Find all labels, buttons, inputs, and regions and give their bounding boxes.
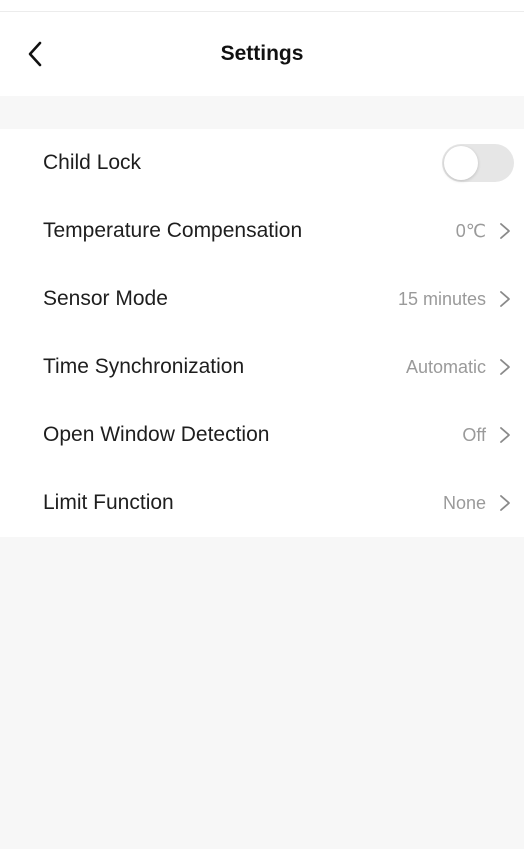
setting-value: Automatic (405, 357, 486, 377)
setting-label: Temperature Compensation (43, 219, 303, 242)
setting-label: Time Synchronization (43, 355, 245, 378)
toggle-knob (444, 146, 478, 180)
setting-row-open-window-detection[interactable]: Open Window Detection Off (0, 401, 524, 469)
setting-value: 0℃ (455, 221, 486, 241)
setting-row-temperature-compensation[interactable]: Temperature Compensation 0℃ (0, 197, 524, 265)
setting-row-time-synchronization[interactable]: Time Synchronization Automatic (0, 333, 524, 401)
setting-row-sensor-mode[interactable]: Sensor Mode 15 minutes (0, 265, 524, 333)
chevron-right-icon (498, 358, 512, 376)
status-divider (0, 11, 524, 12)
chevron-right-icon (498, 222, 512, 240)
page-title: Settings (220, 42, 304, 65)
setting-value: 15 minutes (397, 289, 486, 309)
setting-row-limit-function[interactable]: Limit Function None (0, 469, 524, 537)
setting-label: Open Window Detection (43, 423, 270, 446)
setting-value: None (442, 493, 486, 513)
settings-screen: Settings Child Lock Temperature Compensa… (0, 0, 524, 849)
setting-value: Off (462, 425, 486, 445)
header-bar: Settings (0, 0, 524, 96)
setting-label: Limit Function (43, 491, 174, 514)
setting-row-child-lock: Child Lock (0, 129, 524, 197)
chevron-right-icon (498, 426, 512, 444)
child-lock-toggle[interactable] (442, 144, 514, 182)
setting-label: Child Lock (43, 151, 142, 174)
settings-list: Child Lock Temperature Compensation 0℃ S… (0, 129, 524, 537)
chevron-right-icon (498, 494, 512, 512)
chevron-right-icon (498, 290, 512, 308)
setting-label: Sensor Mode (43, 287, 168, 310)
